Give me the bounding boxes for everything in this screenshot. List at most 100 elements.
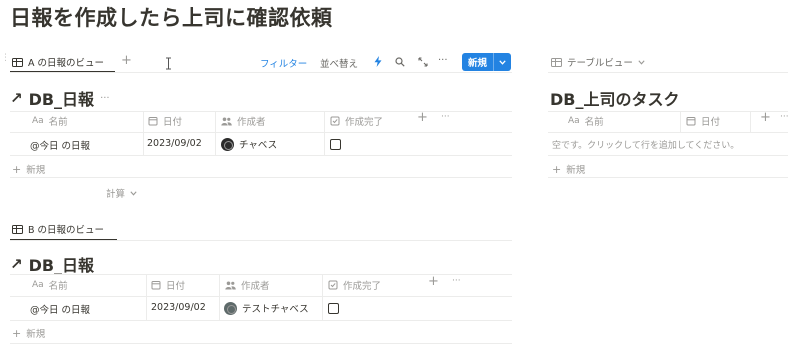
plus-icon: + — [12, 326, 22, 340]
column-header-date-label: 日付 — [166, 281, 186, 292]
chevron-down-icon[interactable] — [493, 53, 511, 71]
avatar — [221, 137, 234, 151]
row-divider — [548, 155, 788, 156]
column-options-icon[interactable]: ··· — [441, 112, 450, 122]
avatar — [224, 301, 237, 315]
calendar-icon — [148, 117, 158, 126]
add-property-button[interactable]: + — [417, 110, 428, 125]
tab-view-a-label: A の日報のビュー — [28, 58, 105, 69]
calendar-icon — [686, 117, 696, 126]
column-header-author-label: 作成者 — [237, 117, 266, 128]
linked-db-arrow-icon: ↗ — [10, 89, 23, 107]
col-divider — [219, 274, 220, 320]
row-divider — [10, 343, 512, 344]
tab-view-b[interactable]: B の日報のビュー — [12, 222, 104, 236]
text-property-icon: Aa — [32, 280, 44, 290]
row-divider — [10, 320, 512, 321]
db-title-b-label: DB_日報 — [28, 256, 95, 275]
new-row-button-b[interactable]: + 新規 — [12, 326, 46, 341]
column-options-icon[interactable]: ··· — [780, 112, 789, 122]
calculate-label: 計算 — [106, 189, 126, 200]
col-divider — [146, 274, 147, 320]
row-b-author[interactable]: テストチャベス — [224, 301, 309, 315]
db-options-icon[interactable]: ··· — [100, 93, 110, 104]
col-divider — [215, 111, 216, 155]
row-b-author-name: テストチャベス — [242, 304, 309, 315]
tab-view-a[interactable]: A の日報のビュー — [12, 55, 104, 69]
more-options-icon[interactable]: ··· — [438, 55, 448, 66]
new-button[interactable]: 新規 — [462, 53, 512, 71]
new-row-label-a: 新規 — [26, 165, 46, 176]
row-b-name[interactable]: @今日 の日報 — [30, 302, 90, 316]
column-header-date[interactable]: 日付 — [148, 114, 182, 128]
table-icon — [551, 57, 562, 67]
tab-view-c[interactable]: テーブルビュー — [551, 55, 645, 69]
calculate-button[interactable]: 計算 — [106, 186, 137, 200]
drag-handle-icon[interactable]: ⋮ — [1, 54, 10, 63]
checkbox-property-icon — [330, 116, 340, 126]
new-row-button-a[interactable]: + 新規 — [12, 162, 46, 177]
col-divider — [750, 111, 751, 132]
column-header-done[interactable]: 作成完了 — [330, 114, 383, 128]
new-row-label-b: 新規 — [26, 329, 46, 340]
db-title-a[interactable]: ↗ DB_日報 ··· — [10, 86, 110, 110]
column-header-name[interactable]: Aa 名前 — [32, 114, 68, 128]
row-a-date[interactable]: 2023/09/02 — [147, 138, 202, 149]
row-b-date[interactable]: 2023/09/02 — [151, 302, 206, 313]
sort-button[interactable]: 並べ替え — [320, 56, 358, 70]
column-header-name-label: 名前 — [48, 281, 68, 292]
col-divider — [143, 111, 144, 155]
header-bottom-divider — [548, 132, 788, 133]
text-cursor-icon — [166, 57, 171, 70]
column-header-name[interactable]: Aa 名前 — [568, 114, 604, 128]
plus-icon: + — [12, 162, 22, 176]
empty-table-message[interactable]: 空です。クリックして行を追加してください。 — [552, 138, 739, 151]
tab-bar-divider — [10, 72, 512, 73]
row-a-done-checkbox[interactable] — [330, 139, 341, 150]
table-icon — [12, 224, 23, 234]
column-header-author[interactable]: 作成者 — [225, 278, 270, 292]
header-top-divider — [10, 111, 512, 112]
header-bottom-divider — [10, 132, 512, 133]
column-header-done-label: 作成完了 — [345, 117, 384, 128]
column-header-done[interactable]: 作成完了 — [328, 278, 381, 292]
filter-button[interactable]: フィルター — [260, 56, 307, 70]
expand-icon[interactable] — [418, 57, 428, 67]
add-property-button[interactable]: + — [760, 110, 771, 125]
db-title-a-label: DB_日報 — [28, 90, 95, 109]
person-icon — [221, 117, 232, 125]
lightning-icon[interactable] — [374, 56, 382, 67]
column-header-date[interactable]: 日付 — [151, 278, 185, 292]
new-button-label: 新規 — [468, 58, 488, 69]
tab-view-c-label: テーブルビュー — [567, 58, 633, 69]
db-title-b[interactable]: ↗ DB_日報 — [10, 252, 94, 276]
column-header-date[interactable]: 日付 — [686, 114, 720, 128]
tab-bar-divider — [548, 72, 788, 73]
row-a-name[interactable]: @今日 の日報 — [30, 138, 90, 152]
tab-bar-divider — [10, 240, 512, 241]
calendar-icon — [151, 281, 161, 290]
row-a-author[interactable]: チャベス — [221, 137, 277, 151]
row-divider — [10, 177, 512, 178]
search-icon[interactable] — [395, 57, 405, 67]
add-view-button[interactable]: + — [121, 53, 132, 68]
row-b-done-checkbox[interactable] — [328, 303, 339, 314]
new-row-button-c[interactable]: + 新規 — [552, 162, 585, 177]
checkbox-property-icon — [328, 280, 338, 290]
column-header-name[interactable]: Aa 名前 — [32, 278, 68, 292]
page-title: 日報を作成したら上司に確認依頼 — [10, 6, 333, 30]
row-a-author-name: チャベス — [239, 140, 278, 151]
add-property-button[interactable]: + — [428, 274, 439, 289]
text-property-icon: Aa — [568, 116, 580, 126]
column-header-name-label: 名前 — [584, 117, 604, 128]
column-header-done-label: 作成完了 — [343, 281, 382, 292]
chevron-down-icon — [130, 190, 137, 196]
tab-view-b-label: B の日報のビュー — [28, 225, 105, 236]
person-icon — [225, 281, 236, 289]
row-a-name-text: @今日 の日報 — [30, 141, 91, 152]
column-options-icon[interactable]: ··· — [452, 276, 461, 286]
col-divider — [322, 274, 323, 320]
column-header-author[interactable]: 作成者 — [221, 114, 266, 128]
db-title-c[interactable]: DB_上司のタスク — [550, 86, 679, 110]
header-bottom-divider — [10, 296, 512, 297]
